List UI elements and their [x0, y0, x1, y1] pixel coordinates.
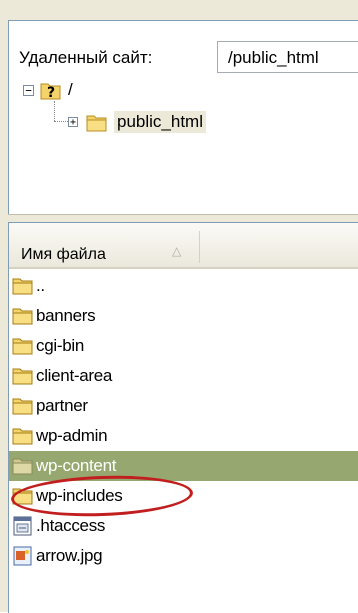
- collapse-icon[interactable]: −: [23, 84, 34, 96]
- file-name: .htaccess: [36, 516, 106, 535]
- filezilla-remote-pane: Удаленный сайт: − ? / +: [0, 0, 358, 613]
- list-item[interactable]: cgi-bin: [9, 331, 358, 361]
- list-item[interactable]: arrow.jpg: [9, 541, 358, 571]
- tree-node-public-html[interactable]: + public_html: [68, 109, 206, 135]
- file-name: client-area: [36, 366, 113, 385]
- list-item[interactable]: .htaccess: [9, 511, 358, 541]
- file-name: banners: [36, 306, 96, 325]
- remote-site-label: Удаленный сайт:: [19, 48, 153, 67]
- tree-connector-vertical: [54, 101, 55, 121]
- folder-icon: [12, 458, 33, 475]
- remote-site-path-input[interactable]: [218, 42, 358, 68]
- sort-ascending-icon: △: [172, 244, 182, 258]
- folder-icon: [12, 338, 33, 355]
- remote-directory-tree-panel: Удаленный сайт: − ? / +: [8, 20, 358, 215]
- svg-text:?: ?: [47, 85, 55, 101]
- column-separator[interactable]: [199, 231, 200, 263]
- tree-node-label: public_html: [114, 111, 206, 133]
- list-item[interactable]: banners: [9, 301, 358, 331]
- column-header-filename[interactable]: Имя файла: [21, 246, 106, 264]
- remote-site-bar: Удаленный сайт:: [9, 31, 358, 73]
- file-name: ..: [36, 276, 45, 295]
- file-name: wp-admin: [36, 426, 108, 445]
- folder-icon: [12, 368, 33, 385]
- unknown-folder-icon: ?: [40, 83, 61, 101]
- tree-root-label: /: [68, 80, 73, 99]
- list-item[interactable]: ..: [9, 271, 358, 301]
- list-item[interactable]: partner: [9, 391, 358, 421]
- list-item[interactable]: wp-admin: [9, 421, 358, 451]
- list-item[interactable]: client-area: [9, 361, 358, 391]
- file-name: arrow.jpg: [36, 546, 103, 565]
- file-name: wp-content: [36, 456, 117, 475]
- folder-icon: [12, 308, 33, 325]
- folder-icon: [12, 278, 33, 295]
- remote-file-list-panel: Имя файла △ .. banners cgi-bin client-ar…: [8, 222, 358, 613]
- file-name: cgi-bin: [36, 336, 84, 355]
- config-file-icon: [13, 516, 32, 536]
- tree-root-node[interactable]: − ? /: [23, 77, 73, 103]
- image-file-icon: [13, 546, 32, 566]
- list-item-selected[interactable]: wp-content: [9, 451, 358, 481]
- file-list-header: Имя файла △: [9, 223, 358, 269]
- file-name: partner: [36, 396, 88, 415]
- expand-icon[interactable]: +: [68, 117, 78, 128]
- folder-icon: [12, 428, 33, 445]
- remote-site-path-field[interactable]: [217, 41, 358, 73]
- folder-icon: [12, 398, 33, 415]
- folder-icon: [86, 115, 107, 132]
